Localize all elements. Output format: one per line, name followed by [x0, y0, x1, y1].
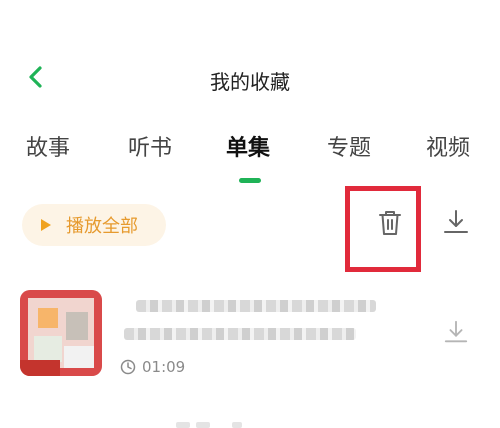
tab-topics[interactable]: 专题: [327, 130, 371, 162]
thumbnail-shape: [38, 308, 58, 328]
tab-stories[interactable]: 故事: [26, 130, 70, 162]
thumbnail-shape: [64, 346, 94, 368]
download-icon: [442, 208, 470, 240]
redacted-fragment: [176, 422, 190, 428]
next-list-item-partial: [0, 396, 500, 428]
download-all-button[interactable]: [438, 206, 474, 242]
episode-title-redacted: [136, 300, 376, 312]
clock-icon: [120, 359, 136, 375]
thumbnail-shape: [34, 336, 62, 362]
tab-audiobooks[interactable]: 听书: [128, 130, 172, 162]
download-icon: [443, 319, 469, 349]
trash-icon: [377, 209, 403, 241]
episode-thumbnail: [20, 290, 102, 376]
delete-button[interactable]: [372, 207, 408, 243]
category-tabs: 故事 听书 单集 专题 视频: [0, 130, 500, 190]
play-icon: [40, 218, 52, 232]
tab-videos[interactable]: 视频: [426, 130, 470, 162]
duration-text: 01:09: [142, 358, 186, 376]
redacted-fragment: [232, 422, 242, 428]
redacted-fragment: [196, 422, 210, 428]
play-all-label: 播放全部: [66, 216, 138, 237]
page-title: 我的收藏: [210, 70, 290, 94]
episode-duration: 01:09: [120, 358, 185, 376]
episode-subtitle-redacted: [124, 328, 356, 340]
thumbnail-shape: [20, 360, 60, 376]
thumbnail-shape: [66, 312, 88, 340]
item-download-button[interactable]: [440, 318, 472, 350]
tab-episodes[interactable]: 单集: [226, 130, 270, 162]
list-item[interactable]: 01:09: [0, 284, 500, 384]
active-tab-indicator: [239, 178, 261, 183]
play-all-button[interactable]: 播放全部: [22, 204, 166, 246]
header-bar: 我的收藏: [0, 50, 500, 106]
